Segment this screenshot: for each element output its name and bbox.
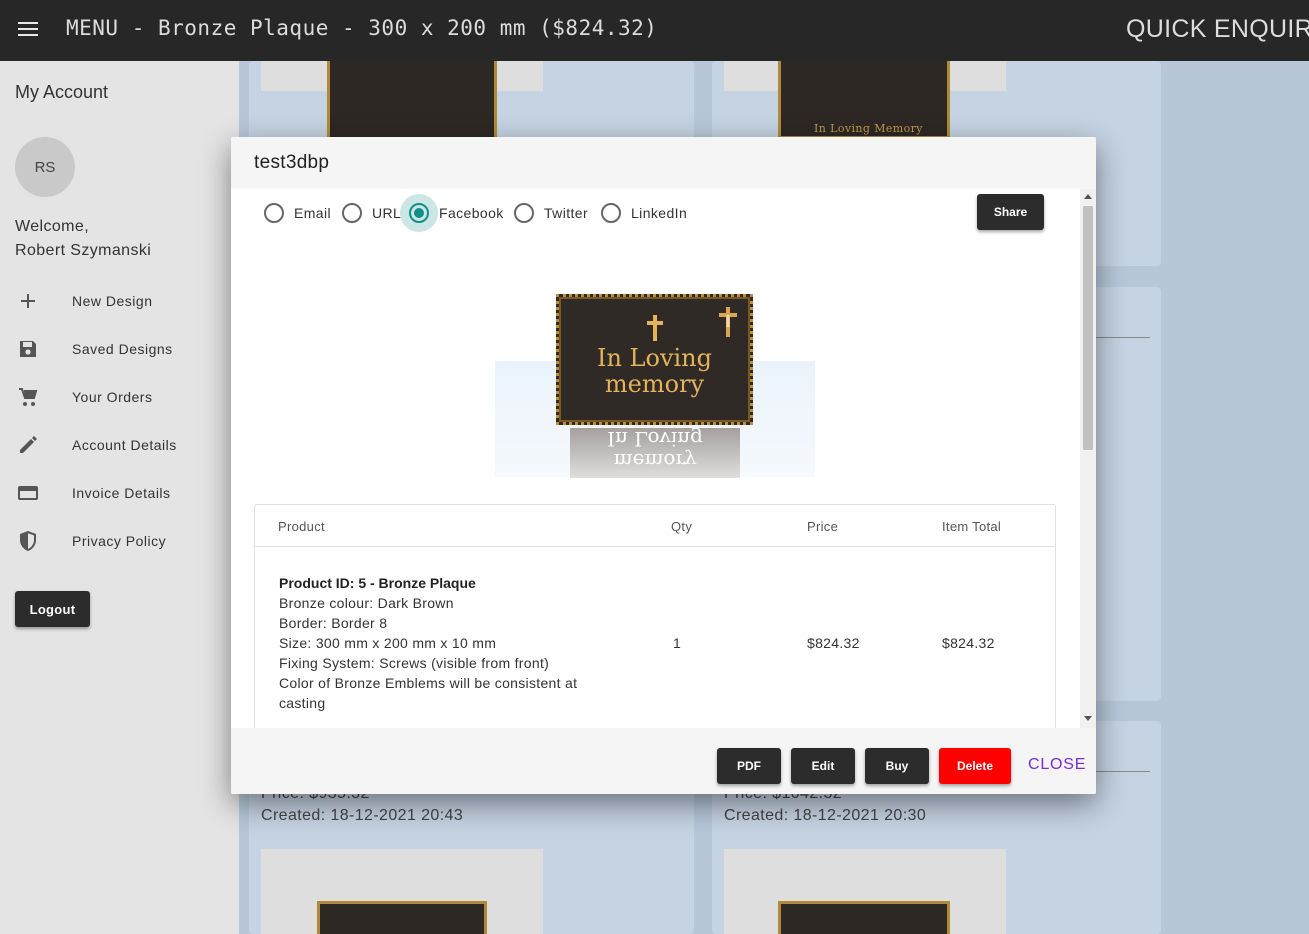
sidebar-item-label: New Design	[72, 293, 153, 309]
plaque-thumbnail	[327, 61, 497, 141]
radio-circle-icon[interactable]	[342, 203, 362, 223]
sidebar-nav: New Design Saved Designs Your Orders Acc…	[0, 277, 239, 565]
design-created: Created: 18-12-2021 20:30	[724, 807, 927, 824]
reflection-line: In Loving	[607, 428, 703, 451]
welcome-user-name: Robert Szymanski	[15, 242, 152, 259]
welcome-line-1: Welcome,	[15, 218, 90, 235]
buy-button[interactable]: Buy	[865, 748, 929, 784]
radio-circle-icon[interactable]	[514, 203, 534, 223]
hamburger-menu-icon[interactable]	[16, 18, 40, 42]
thumbnail-caption: In Loving Memory	[814, 122, 923, 135]
reflection-line: memory	[613, 449, 697, 473]
pencil-icon	[20, 436, 37, 453]
sidebar-item-account-details[interactable]: Account Details	[0, 421, 239, 469]
share-option-email[interactable]: Email	[264, 199, 331, 227]
column-header-price: Price	[807, 519, 839, 534]
quick-enquiry-link[interactable]: QUICK ENQUIRY	[1126, 15, 1309, 44]
dialog-scrollbar[interactable]	[1080, 189, 1096, 728]
dialog-body: Email URL Facebook Twitter LinkedIn Shar…	[231, 189, 1096, 728]
share-option-facebook[interactable]: Facebook	[400, 194, 504, 232]
product-table: Product Qty Price Item Total Product ID:…	[254, 504, 1056, 728]
cart-icon	[19, 388, 38, 406]
menu-title[interactable]: MENU - Bronze Plaque - 300 x 200 mm ($82…	[66, 16, 657, 40]
row-item-total: $824.32	[942, 635, 995, 651]
dialog-header: test3dbp	[231, 137, 1096, 189]
product-detail: Size: 300 mm x 200 mm x 10 mm	[279, 635, 497, 651]
sidebar-item-privacy-policy[interactable]: Privacy Policy	[0, 517, 239, 565]
crucifix-icon	[719, 307, 737, 337]
sidebar-item-your-orders[interactable]: Your Orders	[0, 373, 239, 421]
avatar: RS	[15, 137, 75, 197]
plaque-preview-image: In Loving memory	[556, 294, 753, 425]
share-button[interactable]: Share	[977, 194, 1044, 230]
row-price: $824.32	[807, 635, 860, 651]
sidebar-item-label: Saved Designs	[72, 341, 173, 357]
sidebar-item-label: Your Orders	[72, 389, 153, 405]
account-sidebar: My Account RS Welcome, Robert Szymanski …	[0, 61, 239, 934]
scroll-up-arrow-icon[interactable]	[1084, 194, 1092, 199]
share-option-url[interactable]: URL	[342, 199, 401, 227]
save-icon	[20, 341, 36, 357]
close-button[interactable]: CLOSE	[1028, 756, 1086, 774]
product-detail: casting	[279, 695, 326, 711]
sidebar-item-invoice-details[interactable]: Invoice Details	[0, 469, 239, 517]
plaque-thumbnail	[317, 901, 487, 934]
sidebar-item-label: Privacy Policy	[72, 533, 167, 549]
row-qty: 1	[673, 635, 682, 651]
share-option-label: URL	[372, 205, 402, 221]
plaque-line-1: In Loving	[596, 344, 712, 372]
scrollbar-thumb[interactable]	[1083, 206, 1093, 450]
product-detail: Fixing System: Screws (visible from fron…	[279, 655, 550, 671]
radio-circle-icon[interactable]	[601, 203, 621, 223]
pdf-button[interactable]: PDF	[717, 748, 781, 784]
divider	[1094, 771, 1150, 772]
cross-icon	[647, 315, 663, 341]
share-option-label: Email	[294, 205, 332, 221]
share-option-twitter[interactable]: Twitter	[514, 199, 588, 227]
radio-selected-icon[interactable]	[409, 203, 429, 223]
design-dialog: test3dbp Email URL Facebook Twitter Link…	[231, 137, 1096, 794]
share-option-linkedin[interactable]: LinkedIn	[601, 199, 687, 227]
design-created: Created: 18-12-2021 20:43	[261, 807, 464, 824]
sidebar-item-label: Invoice Details	[72, 485, 171, 501]
plaque-thumbnail	[778, 901, 950, 934]
product-detail: Color of Bronze Emblems will be consiste…	[279, 675, 578, 691]
delete-button[interactable]: Delete	[939, 748, 1011, 784]
sidebar-item-saved-designs[interactable]: Saved Designs	[0, 325, 239, 373]
top-app-bar: MENU - Bronze Plaque - 300 x 200 mm ($82…	[0, 0, 1309, 61]
reflection-text: memory In Loving	[570, 428, 740, 473]
share-option-label: Twitter	[544, 205, 589, 221]
radio-circle-icon[interactable]	[264, 203, 284, 223]
sidebar-item-new-design[interactable]: New Design	[0, 277, 239, 325]
plaque-line-2: memory	[604, 370, 705, 398]
welcome-text: Welcome, Robert Szymanski	[15, 215, 151, 263]
logout-button[interactable]: Logout	[15, 591, 90, 627]
dialog-actions: PDF Edit Buy Delete CLOSE	[231, 728, 1096, 794]
product-detail: Bronze colour: Dark Brown	[279, 595, 454, 611]
plaque-inscription: In Loving memory	[559, 345, 750, 397]
dialog-title: test3dbp	[254, 152, 330, 173]
header-divider	[255, 546, 1055, 547]
column-header-qty: Qty	[671, 519, 693, 534]
share-option-label: Facebook	[439, 205, 504, 221]
product-detail: Border: Border 8	[279, 615, 388, 631]
plaque-reflection: memory In Loving	[570, 428, 740, 478]
column-header-item-total: Item Total	[942, 519, 1002, 534]
product-title: Product ID: 5 - Bronze Plaque	[279, 575, 476, 591]
sidebar-item-label: Account Details	[72, 437, 177, 453]
column-header-product: Product	[278, 519, 325, 534]
credit-card-icon	[18, 486, 38, 500]
plus-icon	[21, 294, 35, 308]
scroll-down-arrow-icon[interactable]	[1084, 716, 1092, 721]
edit-button[interactable]: Edit	[791, 748, 855, 784]
sidebar-heading: My Account	[15, 82, 109, 102]
divider	[1094, 337, 1150, 338]
shield-icon	[20, 531, 36, 551]
share-option-label: LinkedIn	[631, 205, 688, 221]
